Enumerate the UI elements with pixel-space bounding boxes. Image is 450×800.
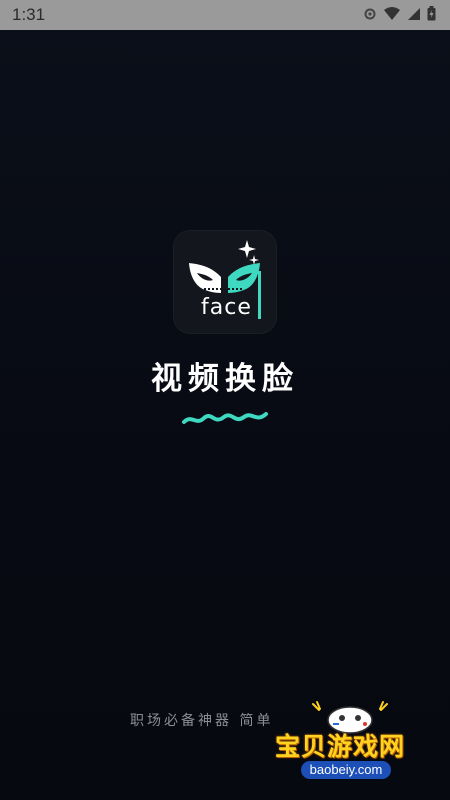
signal-icon xyxy=(407,6,421,25)
wifi-icon xyxy=(383,6,401,25)
watermark: 宝贝游戏网 baobeiy.com xyxy=(275,700,425,784)
tagline: 职场必备神器 简单 xyxy=(130,713,274,729)
battery-icon xyxy=(427,5,436,25)
watermark-title: 宝贝游戏网 xyxy=(275,732,406,761)
status-icons xyxy=(363,5,436,25)
status-bar: 1:31 xyxy=(0,0,450,30)
app-icon: face xyxy=(174,231,276,333)
squiggle-decoration xyxy=(182,412,268,424)
app-title: 视频换脸 xyxy=(151,361,299,397)
icon-word: face xyxy=(201,295,252,320)
settings-gear-icon xyxy=(363,6,377,25)
watermark-url: baobeiy.com xyxy=(301,761,391,779)
status-time: 1:31 xyxy=(12,5,46,24)
